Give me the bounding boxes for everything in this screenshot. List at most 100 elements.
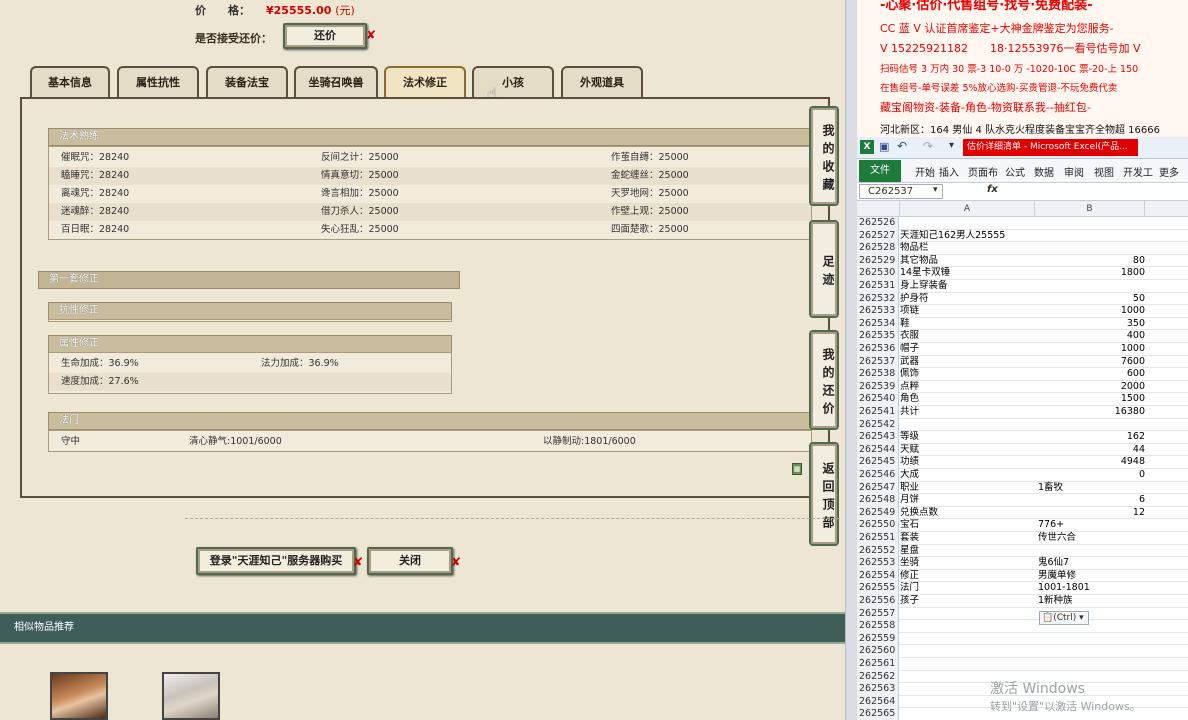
my-bargains-button[interactable]: 我的还价 bbox=[809, 330, 839, 430]
similar-item-avatar[interactable] bbox=[50, 672, 108, 720]
name-box[interactable]: C262537 bbox=[859, 184, 943, 199]
ribbon-tab-data[interactable]: 数据 bbox=[1034, 164, 1054, 179]
cell-a[interactable]: 衣服 bbox=[900, 330, 1035, 343]
cell-b[interactable]: 350 bbox=[1035, 318, 1145, 331]
row-number[interactable]: 262528 bbox=[857, 242, 899, 255]
row-number[interactable]: 262565 bbox=[857, 708, 899, 720]
cell-a[interactable]: 帽子 bbox=[900, 343, 1035, 356]
cell-a[interactable]: 兑换点数 bbox=[900, 507, 1035, 520]
cell-a[interactable]: 角色 bbox=[900, 393, 1035, 406]
cell-b[interactable]: 12 bbox=[1035, 507, 1145, 520]
column-header-b[interactable]: B bbox=[1035, 201, 1145, 217]
cell-b[interactable]: 2000 bbox=[1035, 381, 1145, 394]
close-button[interactable]: 关闭 bbox=[367, 547, 453, 575]
row-number[interactable]: 262559 bbox=[857, 632, 899, 646]
cell-b[interactable]: 600 bbox=[1035, 368, 1145, 381]
row-number[interactable]: 262534 bbox=[857, 317, 899, 331]
cell-a[interactable]: 天赋 bbox=[900, 444, 1035, 457]
cell-a[interactable]: 法门 bbox=[900, 582, 1035, 595]
row-number[interactable]: 262536 bbox=[857, 343, 899, 356]
row-number[interactable]: 262549 bbox=[857, 506, 899, 520]
row-number[interactable]: 262541 bbox=[857, 406, 899, 419]
cell-b[interactable]: 1000 bbox=[1035, 305, 1145, 318]
ribbon-tab-home[interactable]: 开始 bbox=[915, 164, 935, 179]
row-number[interactable]: 262551 bbox=[857, 532, 899, 545]
cell-b[interactable]: 7600 bbox=[1035, 356, 1145, 369]
row-number[interactable]: 262563 bbox=[857, 683, 899, 696]
cell-b[interactable]: 鬼6仙7 bbox=[1035, 557, 1145, 570]
cell-a[interactable]: 等级 bbox=[900, 431, 1035, 444]
ribbon-tab-page-layout[interactable]: 页面布 bbox=[968, 164, 998, 179]
redo-icon[interactable]: ↷ bbox=[923, 139, 933, 153]
row-number[interactable]: 262529 bbox=[857, 254, 899, 268]
cell-a[interactable]: 职业 bbox=[900, 482, 1035, 495]
row-number[interactable]: 262535 bbox=[857, 330, 899, 343]
row-number[interactable]: 262542 bbox=[857, 418, 899, 432]
cell-a[interactable]: 鞋 bbox=[900, 318, 1035, 331]
cell-a[interactable]: 其它物品 bbox=[900, 255, 1035, 268]
row-number[interactable]: 262527 bbox=[857, 229, 899, 243]
ribbon-tab-review[interactable]: 审阅 bbox=[1064, 164, 1084, 179]
cell-a[interactable]: 星盘 bbox=[900, 545, 1035, 558]
tab-appearance[interactable]: 外观道具 bbox=[561, 66, 643, 98]
footprints-button[interactable]: 足迹 bbox=[809, 220, 839, 318]
cell-b[interactable]: 50 bbox=[1035, 293, 1145, 306]
cell-b[interactable]: 传世六合 bbox=[1035, 532, 1145, 545]
cell-a[interactable]: 宝石 bbox=[900, 519, 1035, 532]
cell-a[interactable]: 月饼 bbox=[900, 494, 1035, 507]
cell-a[interactable]: 共计 bbox=[900, 406, 1035, 419]
row-number[interactable]: 262557 bbox=[857, 607, 899, 621]
window-splitter[interactable] bbox=[845, 0, 857, 720]
calculator-icon[interactable]: ▦ bbox=[792, 463, 802, 475]
cell-b[interactable]: 男魔单修 bbox=[1035, 570, 1145, 583]
function-icon[interactable]: fx bbox=[987, 184, 998, 195]
cell-b[interactable]: 6 bbox=[1035, 494, 1145, 507]
row-number[interactable]: 262561 bbox=[857, 658, 899, 671]
row-number[interactable]: 262550 bbox=[857, 519, 899, 532]
ribbon-tab-insert[interactable]: 插入 bbox=[939, 164, 959, 179]
ribbon-tab-view[interactable]: 视图 bbox=[1094, 164, 1114, 179]
cell-a[interactable]: 14星卡双锤 bbox=[900, 267, 1035, 280]
cell-b[interactable]: 776+ bbox=[1035, 519, 1145, 532]
cell-b[interactable]: 1800 bbox=[1035, 267, 1145, 280]
cell-a[interactable]: 坐骑 bbox=[900, 557, 1035, 570]
cell-b[interactable]: 16380 bbox=[1035, 406, 1145, 419]
cell-a[interactable]: 修正 bbox=[900, 570, 1035, 583]
ribbon-tab-formulas[interactable]: 公式 bbox=[1005, 164, 1025, 179]
cell-b[interactable]: 4948 bbox=[1035, 456, 1145, 469]
cell-a[interactable]: 武器 bbox=[900, 356, 1035, 369]
cell-b[interactable]: 1新种族 bbox=[1035, 595, 1145, 608]
cell-a[interactable]: 护身符 bbox=[900, 293, 1035, 306]
cell-a[interactable]: 孩子 bbox=[900, 595, 1035, 608]
row-number[interactable]: 262538 bbox=[857, 368, 899, 381]
name-box-dropdown-icon[interactable]: ▾ bbox=[933, 185, 938, 195]
tab-attributes[interactable]: 属性抗性 bbox=[117, 66, 199, 98]
cell-a[interactable]: 佩饰 bbox=[900, 368, 1035, 381]
cell-a[interactable]: 点粹 bbox=[900, 381, 1035, 394]
ribbon-tab-developer[interactable]: 开发工 bbox=[1123, 164, 1153, 179]
my-favorites-button[interactable]: 我的收藏 bbox=[809, 106, 839, 206]
row-number[interactable]: 262533 bbox=[857, 305, 899, 318]
row-number[interactable]: 262545 bbox=[857, 456, 899, 469]
row-number[interactable]: 262558 bbox=[857, 620, 899, 633]
row-number[interactable]: 262530 bbox=[857, 267, 899, 280]
cell-b[interactable]: 400 bbox=[1035, 330, 1145, 343]
tab-child[interactable]: 小孩 bbox=[472, 66, 554, 98]
row-number[interactable]: 262555 bbox=[857, 582, 899, 595]
back-to-top-button[interactable]: 返回顶部 bbox=[809, 442, 839, 546]
cell-b[interactable]: 80 bbox=[1035, 255, 1145, 268]
tab-equipment[interactable]: 装备法宝 bbox=[206, 66, 288, 98]
login-server-buy-button[interactable]: 登录"天涯知己"服务器购买 bbox=[196, 547, 356, 575]
quick-access-dropdown-icon[interactable]: ▾ bbox=[949, 140, 954, 151]
column-header-a[interactable]: A bbox=[900, 201, 1035, 217]
row-number[interactable]: 262553 bbox=[857, 557, 899, 570]
save-icon[interactable]: ▣ bbox=[879, 140, 889, 153]
cell-a[interactable]: 大成 bbox=[900, 469, 1035, 482]
cell-a[interactable]: 物品栏 bbox=[900, 242, 1035, 255]
cell-b[interactable]: 1500 bbox=[1035, 393, 1145, 406]
cell-a[interactable]: 天涯知己162男人25555 bbox=[900, 230, 1035, 243]
cell-b[interactable]: 1000 bbox=[1035, 343, 1145, 356]
row-number[interactable]: 262539 bbox=[857, 380, 899, 394]
select-all-corner[interactable] bbox=[857, 201, 900, 217]
cell-b[interactable]: 44 bbox=[1035, 444, 1145, 457]
